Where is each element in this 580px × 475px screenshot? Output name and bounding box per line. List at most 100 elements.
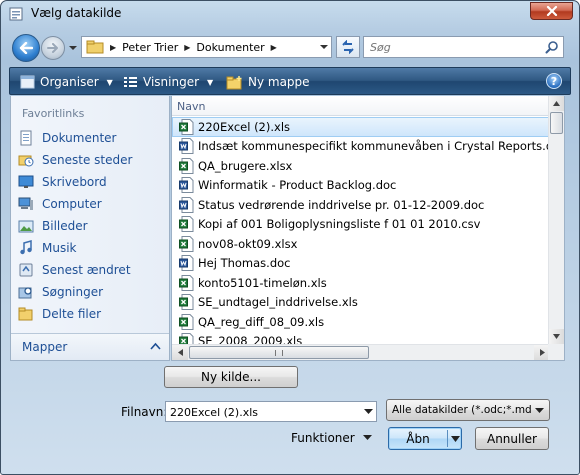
help-button[interactable]: ?: [546, 73, 562, 89]
horizontal-scroll-thumb[interactable]: [189, 346, 369, 359]
chevron-down-icon: [535, 408, 544, 413]
file-row[interactable]: SE_2008_2009.xls: [172, 332, 550, 344]
file-name: SE_undtagel_inddrivelse.xls: [198, 295, 358, 310]
filename-input[interactable]: [170, 405, 350, 419]
file-name: SE_2008_2009.xls: [198, 334, 303, 344]
file-type-select[interactable]: Alle datakilder (*.odc;*.mdb;*.: [386, 399, 550, 421]
forward-button[interactable]: [41, 36, 65, 60]
help-icon: ?: [550, 74, 558, 88]
views-icon: [124, 77, 137, 87]
excel-file-icon: [179, 294, 194, 311]
recent-places-icon: [18, 155, 34, 167]
column-name-label: Navn: [177, 100, 206, 113]
desktop-icon: [18, 175, 34, 188]
nav-item-recent-places[interactable]: Seneste steder: [18, 149, 166, 171]
recent-pages-dropdown-icon[interactable]: [68, 43, 78, 53]
nav-item-desktop[interactable]: Skrivebord: [18, 171, 166, 193]
command-toolbar: Organiser ▼ Visninger ▼ Ny mappe ?: [9, 67, 571, 95]
chevron-down-icon[interactable]: [364, 408, 373, 415]
new-folder-label: Ny mappe: [248, 75, 310, 89]
nav-item-documents[interactable]: Dokumenter: [18, 127, 166, 149]
chevron-right-icon[interactable]: ▶: [110, 43, 116, 52]
file-name: 220Excel (2).xls: [198, 119, 291, 134]
chevron-down-icon[interactable]: [363, 434, 372, 441]
nav-item-shared[interactable]: Delte filer: [18, 303, 166, 325]
file-name: QA_brugere.xlsx: [198, 158, 293, 173]
file-row[interactable]: Kopi af 001 Boligoplysningsliste f 01 01…: [172, 215, 550, 235]
folders-toggle[interactable]: Mapper: [11, 333, 169, 360]
nav-item-label: Søgninger: [42, 285, 104, 299]
breadcrumb-documents[interactable]: Dokumenter: [196, 41, 264, 54]
chevron-right-icon[interactable]: ▶: [271, 43, 277, 52]
nav-item-computer[interactable]: Computer: [18, 193, 166, 215]
nav-item-label: Skrivebord: [42, 175, 107, 189]
horizontal-scrollbar[interactable]: [172, 344, 550, 360]
cancel-button[interactable]: Annuller: [475, 427, 549, 450]
organize-label: Organiser: [40, 75, 99, 89]
nav-item-label: Senest ændret: [42, 263, 131, 277]
close-button[interactable]: [530, 2, 573, 20]
vertical-scroll-thumb[interactable]: [550, 112, 563, 134]
column-header-name[interactable]: Navn: [172, 96, 550, 116]
filename-label: Filnavn:: [121, 405, 168, 419]
file-row[interactable]: Status vedrørende inddrivelse pr. 01-12-…: [172, 195, 550, 215]
nav-item-label: Seneste steder: [42, 153, 133, 167]
file-name: Winformatik - Product Backlog.doc: [198, 178, 397, 193]
new-folder-icon: [226, 75, 242, 89]
chevron-up-icon: [150, 342, 161, 350]
file-row[interactable]: konto5101-timeløn.xls: [172, 273, 550, 293]
chevron-down-icon: ▼: [207, 77, 214, 87]
address-bar[interactable]: ▶ Peter Trier ▶ Dokumenter ▶: [81, 36, 332, 58]
file-name: Hej Thomas.doc: [198, 256, 291, 271]
file-row[interactable]: Winformatik - Product Backlog.doc: [172, 176, 550, 196]
new-folder-button[interactable]: Ny mappe: [226, 73, 310, 91]
nav-item-recently-changed[interactable]: Senest ændret: [18, 259, 166, 281]
nav-item-music[interactable]: Musik: [18, 237, 166, 259]
organize-icon: [20, 75, 35, 89]
scroll-down-button[interactable]: [549, 329, 564, 344]
scrollbar-corner: [548, 344, 564, 360]
filename-combobox[interactable]: [165, 401, 377, 422]
scroll-up-button[interactable]: [549, 96, 564, 111]
scroll-left-button[interactable]: [172, 345, 188, 360]
excel-file-icon: [179, 333, 194, 344]
chevron-down-icon[interactable]: [319, 43, 329, 51]
new-source-button[interactable]: Ny kilde...: [164, 366, 298, 388]
chevron-down-icon: ▼: [106, 77, 113, 87]
breadcrumb-user[interactable]: Peter Trier: [122, 41, 178, 54]
arrow-right-icon: [47, 43, 58, 53]
excel-file-icon: [179, 274, 194, 291]
search-box[interactable]: [363, 36, 564, 58]
file-name: konto5101-timeløn.xls: [198, 275, 327, 290]
title-bar[interactable]: Vælg datakilde: [1, 1, 579, 27]
file-name: nov08-okt09.xlsx: [198, 236, 298, 251]
excel-file-icon: [179, 216, 194, 233]
file-list-pane: Navn 220Excel (2).xls Indsæt kommunespeci…: [171, 96, 565, 361]
vertical-scrollbar[interactable]: [548, 96, 564, 344]
favorite-links-list: Dokumenter Seneste steder Skrivebord Com…: [18, 127, 166, 325]
excel-file-icon: [179, 313, 194, 330]
views-menu[interactable]: Visninger ▼: [123, 73, 213, 91]
search-icon[interactable]: [545, 40, 559, 54]
window-title: Vælg datakilde: [31, 6, 122, 20]
file-row[interactable]: QA_reg_diff_08_09.xls: [172, 312, 550, 332]
file-name: QA_reg_diff_08_09.xls: [198, 314, 325, 329]
chevron-right-icon[interactable]: ▶: [184, 43, 190, 52]
nav-item-pictures[interactable]: Billeder: [18, 215, 166, 237]
file-row[interactable]: nov08-okt09.xlsx: [172, 234, 550, 254]
search-input[interactable]: [370, 40, 540, 54]
chevron-down-icon[interactable]: [451, 436, 460, 442]
organize-menu[interactable]: Organiser ▼: [20, 73, 113, 91]
file-row[interactable]: QA_brugere.xlsx: [172, 156, 550, 176]
shared-folder-icon: [18, 307, 33, 321]
back-button[interactable]: [12, 34, 40, 62]
refresh-button[interactable]: [336, 36, 360, 58]
nav-item-searches[interactable]: Søgninger: [18, 281, 166, 303]
file-row[interactable]: Indsæt kommunespecifikt kommunevåben i C…: [172, 137, 550, 157]
close-icon: [546, 6, 557, 16]
open-button[interactable]: Åbn: [388, 427, 462, 450]
file-row[interactable]: SE_undtagel_inddrivelse.xls: [172, 293, 550, 313]
tools-menu[interactable]: Funktioner: [291, 431, 355, 445]
file-row[interactable]: 220Excel (2).xls: [172, 117, 550, 137]
file-row[interactable]: Hej Thomas.doc: [172, 254, 550, 274]
